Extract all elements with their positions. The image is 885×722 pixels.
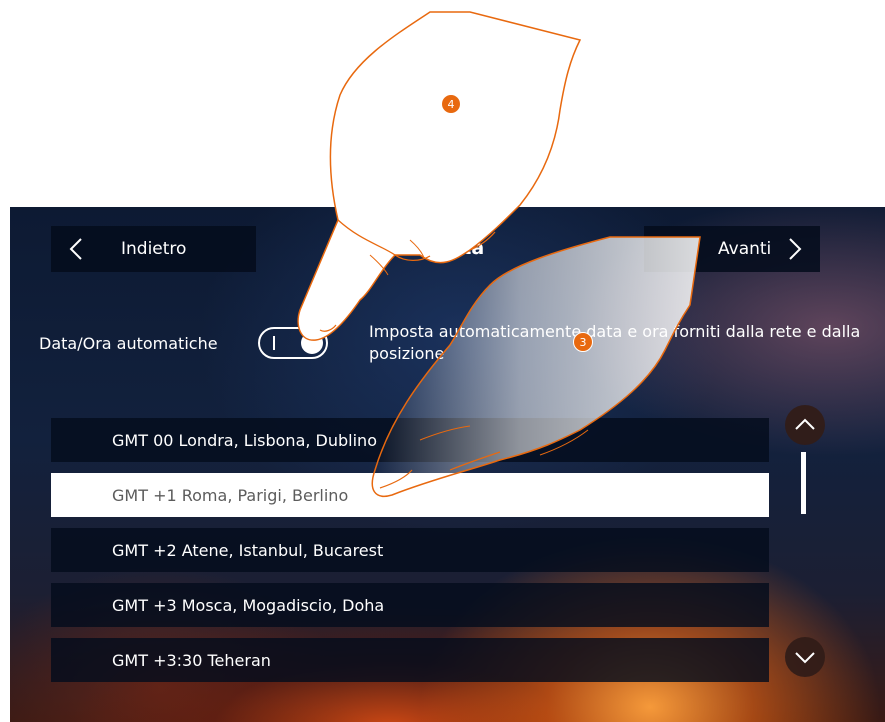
timezone-label: GMT 00 Londra, Lisbona, Dublino xyxy=(112,430,377,450)
chevron-right-icon xyxy=(789,238,802,260)
timezone-item[interactable]: GMT +3 Mosca, Mogadiscio, Doha xyxy=(51,583,769,627)
timezone-item[interactable]: GMT +2 Atene, Istanbul, Bucarest xyxy=(51,528,769,572)
step-3-badge: 3 xyxy=(573,332,593,352)
step-4-badge: 4 xyxy=(441,94,461,114)
next-button[interactable]: Avanti xyxy=(644,226,820,272)
device-screen: Indietro data Avanti Data/Ora automatich… xyxy=(10,207,885,722)
scroll-down-button[interactable] xyxy=(785,637,825,677)
back-button-label: Indietro xyxy=(121,239,187,259)
timezone-item[interactable]: GMT +3:30 Teheran xyxy=(51,638,769,682)
chevron-up-icon xyxy=(795,418,815,430)
chevron-down-icon xyxy=(795,652,815,664)
timezone-label: GMT +3:30 Teheran xyxy=(112,650,271,670)
toggle-on-indicator xyxy=(273,336,275,350)
scrollbar-thumb[interactable] xyxy=(801,452,806,514)
scroll-up-button[interactable] xyxy=(785,405,825,445)
timezone-item-selected[interactable]: GMT +1 Roma, Parigi, Berlino xyxy=(51,473,769,517)
page-title: data xyxy=(435,237,485,259)
timezone-label: GMT +2 Atene, Istanbul, Bucarest xyxy=(112,540,384,560)
timezone-label: GMT +1 Roma, Parigi, Berlino xyxy=(112,485,349,505)
chevron-left-icon xyxy=(69,238,82,260)
auto-time-toggle[interactable] xyxy=(258,327,328,359)
timezone-label: GMT +3 Mosca, Mogadiscio, Doha xyxy=(112,595,385,615)
auto-time-description: Imposta automaticamente data e ora forni… xyxy=(369,322,861,363)
timezone-item[interactable]: GMT 00 Londra, Lisbona, Dublino xyxy=(51,418,769,462)
auto-time-label: Data/Ora automatiche xyxy=(39,334,218,353)
toggle-knob xyxy=(301,332,323,354)
timezone-list: GMT 00 Londra, Lisbona, Dublino GMT +1 R… xyxy=(51,418,769,693)
back-button[interactable]: Indietro xyxy=(51,226,256,272)
next-button-label: Avanti xyxy=(718,239,772,259)
